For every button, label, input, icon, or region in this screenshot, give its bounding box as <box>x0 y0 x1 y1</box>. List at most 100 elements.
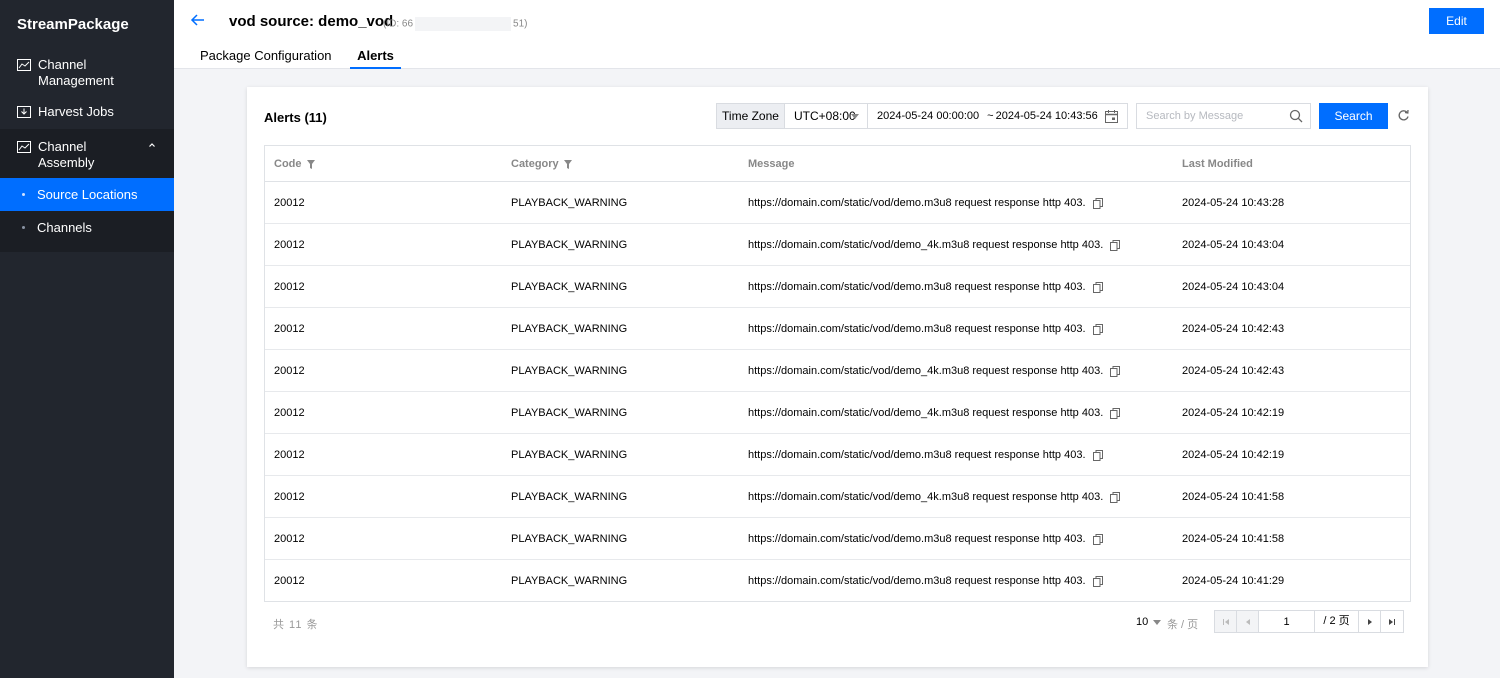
cell-message: https://domain.com/static/vod/demo.m3u8 … <box>748 281 1103 293</box>
cell-last-modified: 2024-05-24 10:41:29 <box>1182 575 1285 587</box>
message-text: https://domain.com/static/vod/demo_4k.m3… <box>748 407 1104 419</box>
timezone-select[interactable]: UTC+08:00 <box>784 103 868 129</box>
column-header-code: Code <box>274 158 315 170</box>
alerts-panel: Alerts (11) Time Zone UTC+08:00 2024-05-… <box>247 87 1428 667</box>
chevron-up-icon[interactable] <box>148 141 156 149</box>
next-page-button[interactable] <box>1359 611 1381 632</box>
copy-icon[interactable] <box>1092 449 1103 461</box>
page-header: vod source: demo_vod (ID: 66 51) Edit Pac… <box>174 0 1500 69</box>
cell-message: https://domain.com/static/vod/demo.m3u8 … <box>748 197 1103 209</box>
resource-id: (ID: 66 51) <box>383 17 527 31</box>
column-header-last-modified: Last Modified <box>1182 158 1253 170</box>
copy-icon[interactable] <box>1092 323 1103 335</box>
column-header-category: Category <box>511 158 572 170</box>
cell-last-modified: 2024-05-24 10:43:04 <box>1182 281 1285 293</box>
caret-down-icon <box>1153 619 1162 625</box>
date-start: 2024-05-24 00:00:00 <box>877 110 980 122</box>
column-header-message: Message <box>748 158 794 170</box>
timezone-value: UTC+08:00 <box>794 109 856 123</box>
copy-icon[interactable] <box>1110 491 1121 503</box>
search-icon[interactable] <box>1289 109 1303 123</box>
message-text: https://domain.com/static/vod/demo.m3u8 … <box>748 323 1086 335</box>
download-icon <box>17 106 31 118</box>
cell-last-modified: 2024-05-24 10:41:58 <box>1182 533 1285 545</box>
cell-last-modified: 2024-05-24 10:42:43 <box>1182 323 1285 335</box>
copy-icon[interactable] <box>1092 575 1103 587</box>
cell-code: 20012 <box>274 323 305 335</box>
cell-category: PLAYBACK_WARNING <box>511 407 628 419</box>
tab-package-configuration[interactable]: Package Configuration <box>200 48 332 63</box>
table-header: Code Category Message Last Modified <box>265 146 1410 182</box>
caret-down-icon <box>851 114 859 119</box>
page-size-select[interactable]: 10 <box>1136 616 1162 628</box>
bullet-icon <box>22 193 25 196</box>
copy-icon[interactable] <box>1110 365 1121 377</box>
table-row: 20012 PLAYBACK_WARNING https://domain.com/… <box>265 392 1410 434</box>
sidebar-item-source-locations[interactable]: Source Locations <box>0 178 174 211</box>
sidebar-item-label: Channel Assembly <box>38 139 95 170</box>
message-text: https://domain.com/static/vod/demo_4k.m3… <box>748 365 1104 377</box>
table-body: 20012 PLAYBACK_WARNING https://domain.com/… <box>265 182 1410 602</box>
submenu-spacer <box>0 244 174 252</box>
cell-category: PLAYBACK_WARNING <box>511 239 628 251</box>
cell-category: PLAYBACK_WARNING <box>511 575 628 587</box>
sidebar-submenu: Source Locations Channels <box>0 178 174 252</box>
copy-icon[interactable] <box>1092 533 1103 545</box>
first-page-button[interactable] <box>1215 611 1237 632</box>
redacted-id-mask <box>415 17 512 31</box>
copy-icon[interactable] <box>1110 407 1121 419</box>
sidebar-item-channels[interactable]: Channels <box>0 211 174 244</box>
cell-code: 20012 <box>274 197 305 209</box>
refresh-icon[interactable] <box>1397 109 1410 122</box>
filter-icon[interactable] <box>306 159 315 169</box>
brand-logo: StreamPackage <box>17 16 129 33</box>
cell-last-modified: 2024-05-24 10:41:58 <box>1182 491 1285 503</box>
cell-category: PLAYBACK_WARNING <box>511 323 628 335</box>
page-size-value: 10 <box>1136 616 1149 628</box>
cell-message: https://domain.com/static/vod/demo.m3u8 … <box>748 533 1103 545</box>
page-title: vod source: demo_vod <box>229 13 394 30</box>
sidebar-item-harvest-jobs[interactable]: Harvest Jobs <box>0 96 174 129</box>
prev-page-button[interactable] <box>1237 611 1259 632</box>
sidebar: StreamPackage Channel Management Harvest… <box>0 0 174 678</box>
pagination: / 2 页 <box>1214 610 1404 633</box>
cell-code: 20012 <box>274 407 305 419</box>
date-range-picker[interactable]: 2024-05-24 00:00:00 ~2024-05-24 10:43:56 <box>867 103 1128 129</box>
cell-code: 20012 <box>274 449 305 461</box>
last-page-button[interactable] <box>1381 611 1403 632</box>
table-row: 20012 PLAYBACK_WARNING https://domain.com/… <box>265 266 1410 308</box>
calendar-icon <box>1105 110 1118 123</box>
total-pages: / 2 页 <box>1315 611 1359 632</box>
chart-icon <box>17 59 31 71</box>
back-arrow-icon[interactable] <box>190 12 206 28</box>
cell-category: PLAYBACK_WARNING <box>511 365 628 377</box>
date-separator: ~ <box>987 110 994 122</box>
date-end: 2024-05-24 10:43:56 <box>995 110 1098 122</box>
table-row: 20012 PLAYBACK_WARNING https://domain.com/… <box>265 350 1410 392</box>
cell-last-modified: 2024-05-24 10:42:19 <box>1182 449 1285 461</box>
column-label: Code <box>274 158 302 170</box>
sidebar-item-label: Channels <box>37 220 92 235</box>
copy-icon[interactable] <box>1092 281 1103 293</box>
copy-icon[interactable] <box>1092 197 1103 209</box>
search-button[interactable]: Search <box>1319 103 1388 129</box>
cell-message: https://domain.com/static/vod/demo_4k.m3… <box>748 239 1121 251</box>
page-number-input[interactable] <box>1259 611 1315 632</box>
filter-icon[interactable] <box>563 159 572 169</box>
cell-last-modified: 2024-05-24 10:43:28 <box>1182 197 1285 209</box>
cell-category: PLAYBACK_WARNING <box>511 281 628 293</box>
last-page-icon <box>1389 618 1395 625</box>
sidebar-item-channel-management[interactable]: Channel Management <box>0 46 174 96</box>
cell-last-modified: 2024-05-24 10:42:19 <box>1182 407 1285 419</box>
column-label: Message <box>748 158 795 170</box>
edit-button[interactable]: Edit <box>1429 8 1484 34</box>
sidebar-item-channel-assembly[interactable]: Channel Assembly <box>0 129 174 178</box>
cell-category: PLAYBACK_WARNING <box>511 449 628 461</box>
tab-alerts[interactable]: Alerts <box>350 48 401 69</box>
search-input[interactable] <box>1136 103 1311 129</box>
cell-message: https://domain.com/static/vod/demo.m3u8 … <box>748 575 1103 587</box>
alerts-title: Alerts (11) <box>264 110 327 125</box>
cell-message: https://domain.com/static/vod/demo_4k.m3… <box>748 407 1121 419</box>
table-row: 20012 PLAYBACK_WARNING https://domain.com/… <box>265 560 1410 602</box>
copy-icon[interactable] <box>1110 239 1121 251</box>
